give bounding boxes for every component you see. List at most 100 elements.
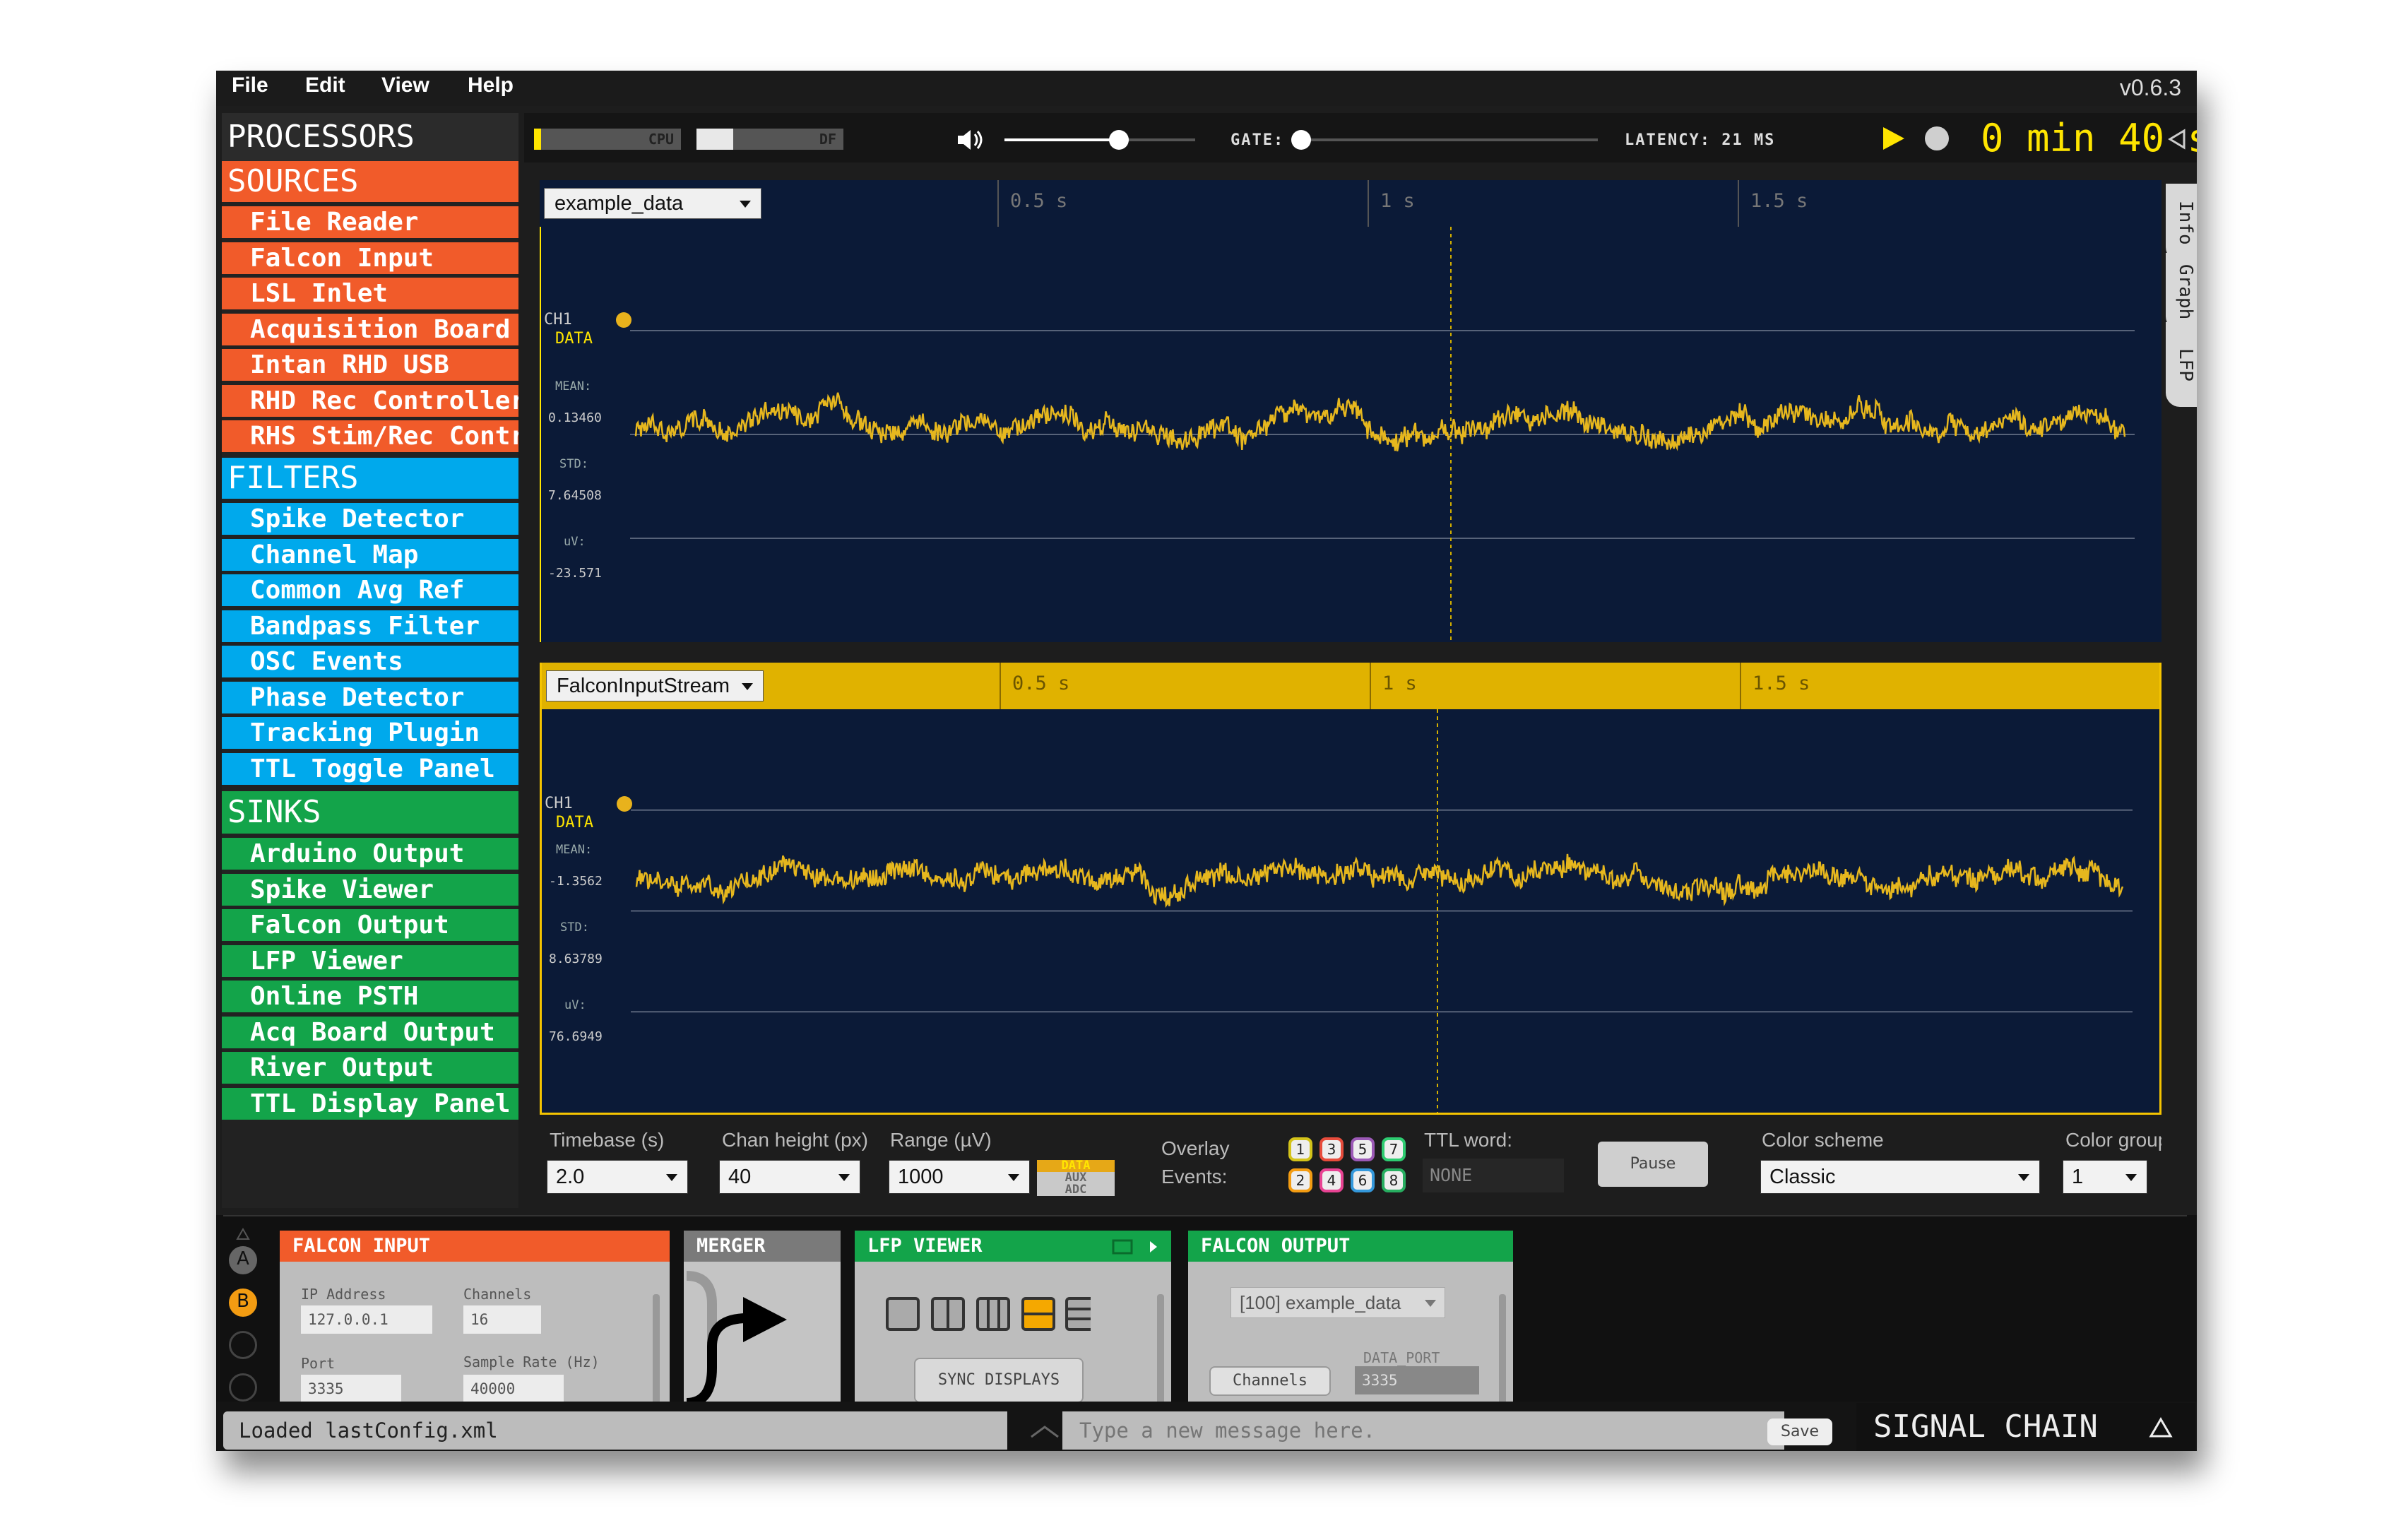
event-channel-button[interactable]: 1 xyxy=(1288,1137,1312,1161)
type-adc[interactable]: ADC xyxy=(1037,1184,1115,1196)
message-input[interactable] xyxy=(1062,1411,1784,1450)
menu-help[interactable]: Help xyxy=(468,73,514,97)
processor-item[interactable]: Phase Detector xyxy=(222,681,518,713)
processor-item[interactable]: File Reader xyxy=(222,206,518,238)
volume-slider-knob[interactable] xyxy=(1109,130,1129,150)
tab-graph[interactable]: Graph xyxy=(2166,253,2197,331)
processor-item[interactable]: TTL Display Panel xyxy=(222,1087,518,1120)
processor-item[interactable]: Intan RHD USB xyxy=(222,349,518,381)
processor-item[interactable]: Acquisition Board xyxy=(222,313,518,345)
processor-item[interactable]: River Output xyxy=(222,1052,518,1084)
message-save-button[interactable]: Save xyxy=(1767,1418,1832,1445)
window-icon[interactable] xyxy=(1112,1239,1133,1255)
event-channel-button[interactable]: 2 xyxy=(1288,1168,1312,1192)
editor-scrollbar[interactable] xyxy=(1499,1294,1506,1404)
processor-list-title[interactable]: PROCESSORS xyxy=(222,113,518,161)
ip-field[interactable]: 127.0.0.1 xyxy=(301,1305,432,1334)
version-label: v0.6.3 xyxy=(2119,75,2181,100)
tick-label: 1.5 s xyxy=(1750,190,1808,212)
category-sinks[interactable]: SINKS xyxy=(222,791,518,834)
chain-slot-empty[interactable] xyxy=(229,1373,257,1402)
editor-title[interactable]: FALCON INPUT xyxy=(280,1231,670,1262)
processor-item[interactable]: Common Avg Ref xyxy=(222,574,518,606)
processor-item[interactable]: Bandpass Filter xyxy=(222,610,518,642)
editor-title[interactable]: MERGER xyxy=(684,1231,841,1262)
sample-rate-field[interactable]: 40000 xyxy=(463,1375,564,1403)
processor-item[interactable]: LSL Inlet xyxy=(222,278,518,309)
event-channel-button[interactable]: 6 xyxy=(1351,1168,1375,1192)
event-channel-button[interactable]: 8 xyxy=(1382,1168,1406,1192)
processor-item[interactable]: OSC Events xyxy=(222,646,518,677)
port-field[interactable]: 3335 xyxy=(301,1375,401,1403)
mean-label: MEAN: xyxy=(555,379,592,393)
stream-select-top[interactable]: example_data xyxy=(544,188,761,219)
category-sources[interactable]: SOURCES xyxy=(222,161,518,202)
channel-enable-dot[interactable] xyxy=(617,796,632,812)
editor-scrollbar[interactable] xyxy=(1157,1294,1164,1404)
signal-chain-toggle[interactable]: SIGNAL CHAIN xyxy=(1856,1403,2195,1451)
processor-item[interactable]: LFP Viewer xyxy=(222,944,518,977)
processor-item[interactable]: Falcon Output xyxy=(222,909,518,941)
color-scheme-select[interactable]: Classic xyxy=(1760,1160,2040,1194)
range-select[interactable]: 1000 xyxy=(889,1160,1030,1194)
merger-switch-icon[interactable] xyxy=(684,1262,841,1421)
lfp-display-top[interactable]: example_data 0.5 s 1 s 1.5 s CH1 DATA ME… xyxy=(540,180,2161,642)
volume-icon[interactable] xyxy=(955,127,986,153)
channels-field[interactable]: 16 xyxy=(463,1305,541,1334)
tab-lfp[interactable]: LFP xyxy=(2166,322,2197,407)
processor-item[interactable]: Acq Board Output xyxy=(222,1016,518,1048)
stream-select-bottom[interactable]: FalconInputStream xyxy=(546,670,764,701)
processor-item[interactable]: Channel Map xyxy=(222,538,518,571)
processor-item[interactable]: TTL Toggle Panel xyxy=(222,752,518,785)
tab-arrow-icon[interactable] xyxy=(1146,1239,1160,1255)
event-channel-button[interactable]: 4 xyxy=(1319,1168,1344,1192)
signal-trace xyxy=(634,392,2126,451)
falcon-input-editor[interactable]: FALCON INPUT IP Address 127.0.0.1 Channe… xyxy=(280,1231,670,1421)
processor-item[interactable]: Falcon Input xyxy=(222,242,518,274)
chain-slot-empty[interactable] xyxy=(229,1331,257,1359)
falcon-output-editor[interactable]: FALCON OUTPUT [100] example_data DATA_PO… xyxy=(1188,1231,1513,1421)
lfp-viewer-editor[interactable]: LFP VIEWER SYNC DISPLAYS xyxy=(855,1231,1171,1421)
chain-up-arrow-icon[interactable] xyxy=(236,1228,250,1240)
processor-item[interactable]: RHS Stim/Rec Controller xyxy=(222,420,518,452)
tab-info[interactable]: Info xyxy=(2166,184,2197,261)
gate-slider-track[interactable] xyxy=(1301,138,1598,141)
record-icon[interactable] xyxy=(1923,124,1951,153)
lfp-display-bottom[interactable]: FalconInputStream 0.5 s 1 s 1.5 s CH1 DA… xyxy=(540,663,2161,1115)
category-filters[interactable]: FILTERS xyxy=(222,458,518,499)
event-channel-button[interactable]: 5 xyxy=(1351,1137,1375,1161)
color-group-select[interactable]: 1 xyxy=(2063,1160,2147,1194)
event-channel-button[interactable]: 3 xyxy=(1319,1137,1344,1161)
editor-scrollbar[interactable] xyxy=(653,1294,660,1404)
menu-edit[interactable]: Edit xyxy=(305,73,345,97)
timebase-select[interactable]: 2.0 xyxy=(547,1160,688,1194)
menu-view[interactable]: View xyxy=(381,73,429,97)
processor-item[interactable]: Tracking Plugin xyxy=(222,717,518,749)
gate-slider-knob[interactable] xyxy=(1291,130,1311,150)
stream-select[interactable]: [100] example_data xyxy=(1230,1287,1445,1318)
pause-button[interactable]: Pause xyxy=(1598,1142,1708,1187)
channel-enable-dot[interactable] xyxy=(616,312,631,328)
processor-item[interactable]: Spike Viewer xyxy=(222,873,518,906)
chain-slot-a[interactable]: A xyxy=(229,1246,257,1274)
sync-displays-button[interactable]: SYNC DISPLAYS xyxy=(914,1358,1084,1403)
processor-item[interactable]: Arduino Output xyxy=(222,838,518,870)
message-expand-icon[interactable] xyxy=(1028,1423,1061,1440)
processor-item[interactable]: Spike Detector xyxy=(222,503,518,535)
processor-item[interactable]: RHD Rec Controller xyxy=(222,384,518,417)
input-type-selector[interactable]: DATA AUX ADC xyxy=(1037,1160,1115,1197)
menu-file[interactable]: File xyxy=(232,73,268,97)
signal-chain-panel: A B FALCON INPUT IP Address 127.0.0.1 Ch… xyxy=(216,1215,2197,1427)
editor-title[interactable]: FALCON OUTPUT xyxy=(1188,1231,1513,1262)
collapse-left-icon[interactable] xyxy=(2167,129,2187,150)
display-options-bar: Timebase (s) 2.0 Chan height (px) 40 Ran… xyxy=(540,1119,2161,1214)
event-channel-button[interactable]: 7 xyxy=(1382,1137,1406,1161)
chan-height-select[interactable]: 40 xyxy=(719,1160,860,1194)
triangle-up-icon[interactable] xyxy=(2149,1417,2173,1438)
processor-item[interactable]: Online PSTH xyxy=(222,981,518,1012)
chain-slot-b[interactable]: B xyxy=(229,1289,257,1317)
data-port-field[interactable]: 3335 xyxy=(1355,1366,1479,1394)
merger-editor[interactable]: MERGER xyxy=(684,1231,841,1421)
play-icon[interactable] xyxy=(1879,124,1907,153)
channels-button[interactable]: Channels xyxy=(1209,1366,1331,1396)
